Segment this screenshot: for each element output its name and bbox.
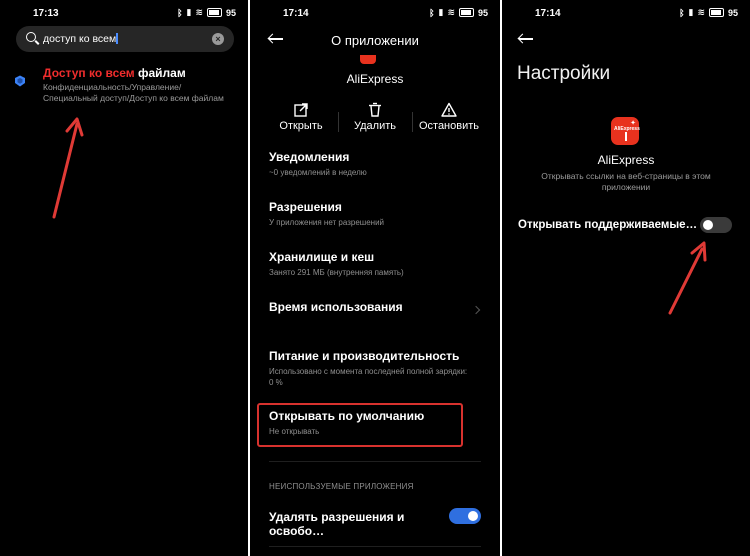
app-name: AliExpress	[346, 72, 404, 86]
battery-icon	[206, 8, 222, 17]
app-info-screen: 17:14 ᛒ ▮ ≋ 95 О приложении AliExpress О…	[250, 0, 500, 556]
wifi-icon: ≋	[697, 7, 705, 17]
status-icons: ᛒ ▮ ≋ 95	[679, 7, 738, 18]
open-supported-links-toggle[interactable]	[700, 217, 732, 233]
page-title: Настройки	[517, 63, 611, 84]
highlight-frame	[257, 403, 463, 447]
app-description: Открывать ссылки на веб-страницы в этом …	[541, 171, 711, 192]
bluetooth-icon: ᛒ	[679, 7, 685, 18]
settings-item-notifications[interactable]: Уведомления ~0 уведомлений в неделю	[269, 150, 469, 178]
battery-icon	[708, 8, 724, 17]
settings-item-battery[interactable]: Питание и производительность Использован…	[269, 349, 469, 388]
stop-button[interactable]: Остановить	[412, 102, 486, 138]
status-icons: ᛒ ▮ ≋ 95	[429, 7, 488, 18]
search-query: доступ ко всем	[43, 33, 117, 45]
section-label: НЕИСПОЛЬЗУЕМЫЕ ПРИЛОЖЕНИЯ	[269, 482, 414, 491]
remove-permissions-toggle[interactable]	[449, 508, 481, 524]
stop-label: Остановить	[418, 120, 480, 132]
battery-level: 95	[225, 7, 236, 18]
trash-icon	[369, 102, 381, 117]
app-actions: Открыть Удалить Остановить	[264, 102, 486, 138]
open-button[interactable]: Открыть	[264, 102, 338, 138]
settings-item-storage[interactable]: Хранилище и кеш Занято 291 МБ (внутрення…	[269, 250, 469, 278]
search-icon	[26, 32, 36, 42]
settings-item-remove-permissions[interactable]: Удалять разрешения и освобо…	[269, 510, 449, 538]
wifi-icon: ≋	[447, 7, 455, 17]
delete-button[interactable]: Удалить	[338, 102, 412, 138]
chevron-right-icon	[471, 305, 481, 315]
delete-label: Удалить	[354, 120, 396, 132]
annotation-arrow	[668, 241, 707, 315]
text-cursor	[116, 33, 118, 44]
aliexpress-app-icon: ✦ AliExpress	[611, 117, 640, 145]
status-time: 17:13	[33, 8, 59, 19]
status-icons: ᛒ ▮ ≋ 95	[177, 7, 236, 18]
status-time: 17:14	[283, 8, 309, 19]
bluetooth-icon: ᛒ	[177, 7, 183, 18]
wifi-icon: ≋	[195, 7, 203, 17]
signal-icon: ▮	[438, 7, 444, 17]
settings-item-usage-time[interactable]: Время использования	[269, 300, 469, 314]
search-input[interactable]: доступ ко всем ×	[16, 26, 234, 52]
search-result-path: Конфиденциальность/Управление/ Специальн…	[43, 82, 224, 103]
signal-icon: ▮	[688, 7, 694, 17]
status-bar: 17:13 ᛒ ▮ ≋ 95	[0, 6, 248, 22]
app-icon	[360, 55, 376, 64]
app-name: AliExpress	[597, 153, 655, 167]
warning-icon	[441, 102, 457, 117]
settings-shield-icon	[15, 75, 25, 87]
status-bar: 17:14 ᛒ ▮ ≋ 95	[502, 6, 750, 22]
result-title-highlight: Доступ ко всем	[43, 66, 135, 80]
bluetooth-icon: ᛒ	[429, 7, 435, 18]
settings-item-permissions[interactable]: Разрешения У приложения нет разрешений	[269, 200, 469, 228]
open-label: Открыть	[279, 120, 323, 132]
annotation-arrow	[52, 117, 84, 219]
result-title-rest: файлам	[134, 66, 186, 80]
search-result-title[interactable]: Доступ ко всем файлам	[43, 66, 186, 80]
clear-icon[interactable]: ×	[212, 33, 224, 45]
search-screen: 17:13 ᛒ ▮ ≋ 95 доступ ко всем × Доступ к…	[0, 0, 248, 556]
back-arrow-icon[interactable]	[518, 33, 534, 45]
divider	[269, 461, 481, 462]
signal-icon: ▮	[186, 7, 192, 17]
status-time: 17:14	[535, 8, 561, 19]
page-title: О приложении	[331, 33, 419, 48]
battery-level: 95	[477, 7, 488, 18]
status-bar: 17:14 ᛒ ▮ ≋ 95	[250, 6, 500, 22]
open-links-settings-screen: 17:14 ᛒ ▮ ≋ 95 Настройки ✦ AliExpress Al…	[502, 0, 750, 556]
battery-level: 95	[727, 7, 738, 18]
open-external-icon	[294, 103, 308, 117]
divider	[269, 546, 481, 547]
battery-icon	[458, 8, 474, 17]
open-supported-links-label: Открывать поддерживаемые…	[518, 219, 698, 231]
